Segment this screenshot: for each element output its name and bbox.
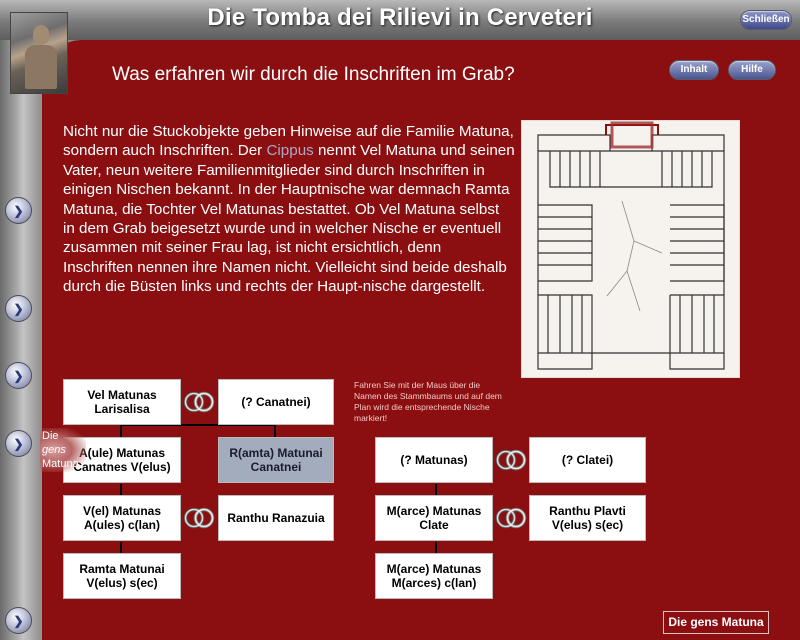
chevron-right-icon: ❯ — [13, 613, 24, 628]
tree-node-matunas[interactable]: (? Matunas) — [375, 437, 493, 483]
tree-node-ramta-canatnei[interactable]: R(amta) Matunai Canatnei — [218, 437, 334, 483]
tree-node-ranthu-plavti[interactable]: Ranthu Plavti V(elus) s(ec) — [529, 495, 646, 541]
nav-button-5[interactable]: ❯ — [5, 607, 32, 634]
hover-hint: Fahren Sie mit der Maus über die Namen d… — [354, 380, 502, 423]
tree-node-ranthu-ranazuia[interactable]: Ranthu Ranazuia — [218, 495, 334, 541]
tomb-plan-drawing — [537, 121, 725, 370]
tree-node-marce-marces[interactable]: M(arce) Matunas M(arces) c(lan) — [375, 553, 493, 599]
nav-button-4[interactable]: ❯ — [5, 430, 32, 457]
tree-node-vel-aules[interactable]: V(el) Matunas A(ules) c(lan) — [63, 495, 181, 541]
left-sidebar — [0, 40, 42, 640]
tree-node-ramta-velus[interactable]: Ramta Matunai V(elus) s(ec) — [63, 553, 181, 599]
gens-label-prefix: Die — [42, 430, 59, 442]
gens-matuna-label[interactable]: Die gens Matuna — [40, 428, 86, 472]
gens-label-suffix: Matuna — [42, 458, 79, 470]
chevron-right-icon: ❯ — [13, 368, 24, 383]
nav-button-3[interactable]: ❯ — [5, 362, 32, 389]
tree-node-canatnei[interactable]: (? Canatnei) — [218, 379, 334, 425]
tree-node-clatei[interactable]: (? Clatei) — [529, 437, 646, 483]
nav-button-2[interactable]: ❯ — [5, 295, 32, 322]
app-title: Die Tomba dei Rilievi in Cerveteri — [207, 4, 593, 31]
double-ring-icon — [495, 449, 527, 471]
cippus-link[interactable]: Cippus — [266, 142, 313, 159]
body-text-end: nennt Vel Matuna und seinen Vater, neun … — [63, 142, 515, 296]
help-button[interactable]: Hilfe — [728, 60, 776, 80]
chevron-right-icon: ❯ — [13, 301, 24, 316]
tomb-plan-image[interactable] — [521, 120, 740, 378]
page-subtitle: Was erfahren wir durch die Inschriften i… — [112, 64, 515, 85]
chevron-right-icon: ❯ — [13, 203, 24, 218]
tree-connector — [120, 424, 122, 438]
double-ring-icon — [495, 507, 527, 529]
tree-node-marce-clate[interactable]: M(arce) Matunas Clate — [375, 495, 493, 541]
statue-body — [25, 45, 57, 89]
double-ring-icon — [183, 507, 215, 529]
close-button[interactable]: Schließen — [740, 10, 792, 30]
nav-button-1[interactable]: ❯ — [5, 197, 32, 224]
contents-button[interactable]: Inhalt — [669, 60, 719, 80]
body-paragraph: Nicht nur die Stuckobjekte geben Hinweis… — [63, 122, 515, 297]
gens-matuna-button[interactable]: Die gens Matuna — [663, 611, 769, 634]
tree-connector — [274, 424, 276, 438]
double-ring-icon — [183, 391, 215, 413]
tree-node-vel-larisalisa[interactable]: Vel Matunas Larisalisa — [63, 379, 181, 425]
chevron-right-icon: ❯ — [13, 436, 24, 451]
gens-label-italic: gens — [42, 444, 66, 456]
